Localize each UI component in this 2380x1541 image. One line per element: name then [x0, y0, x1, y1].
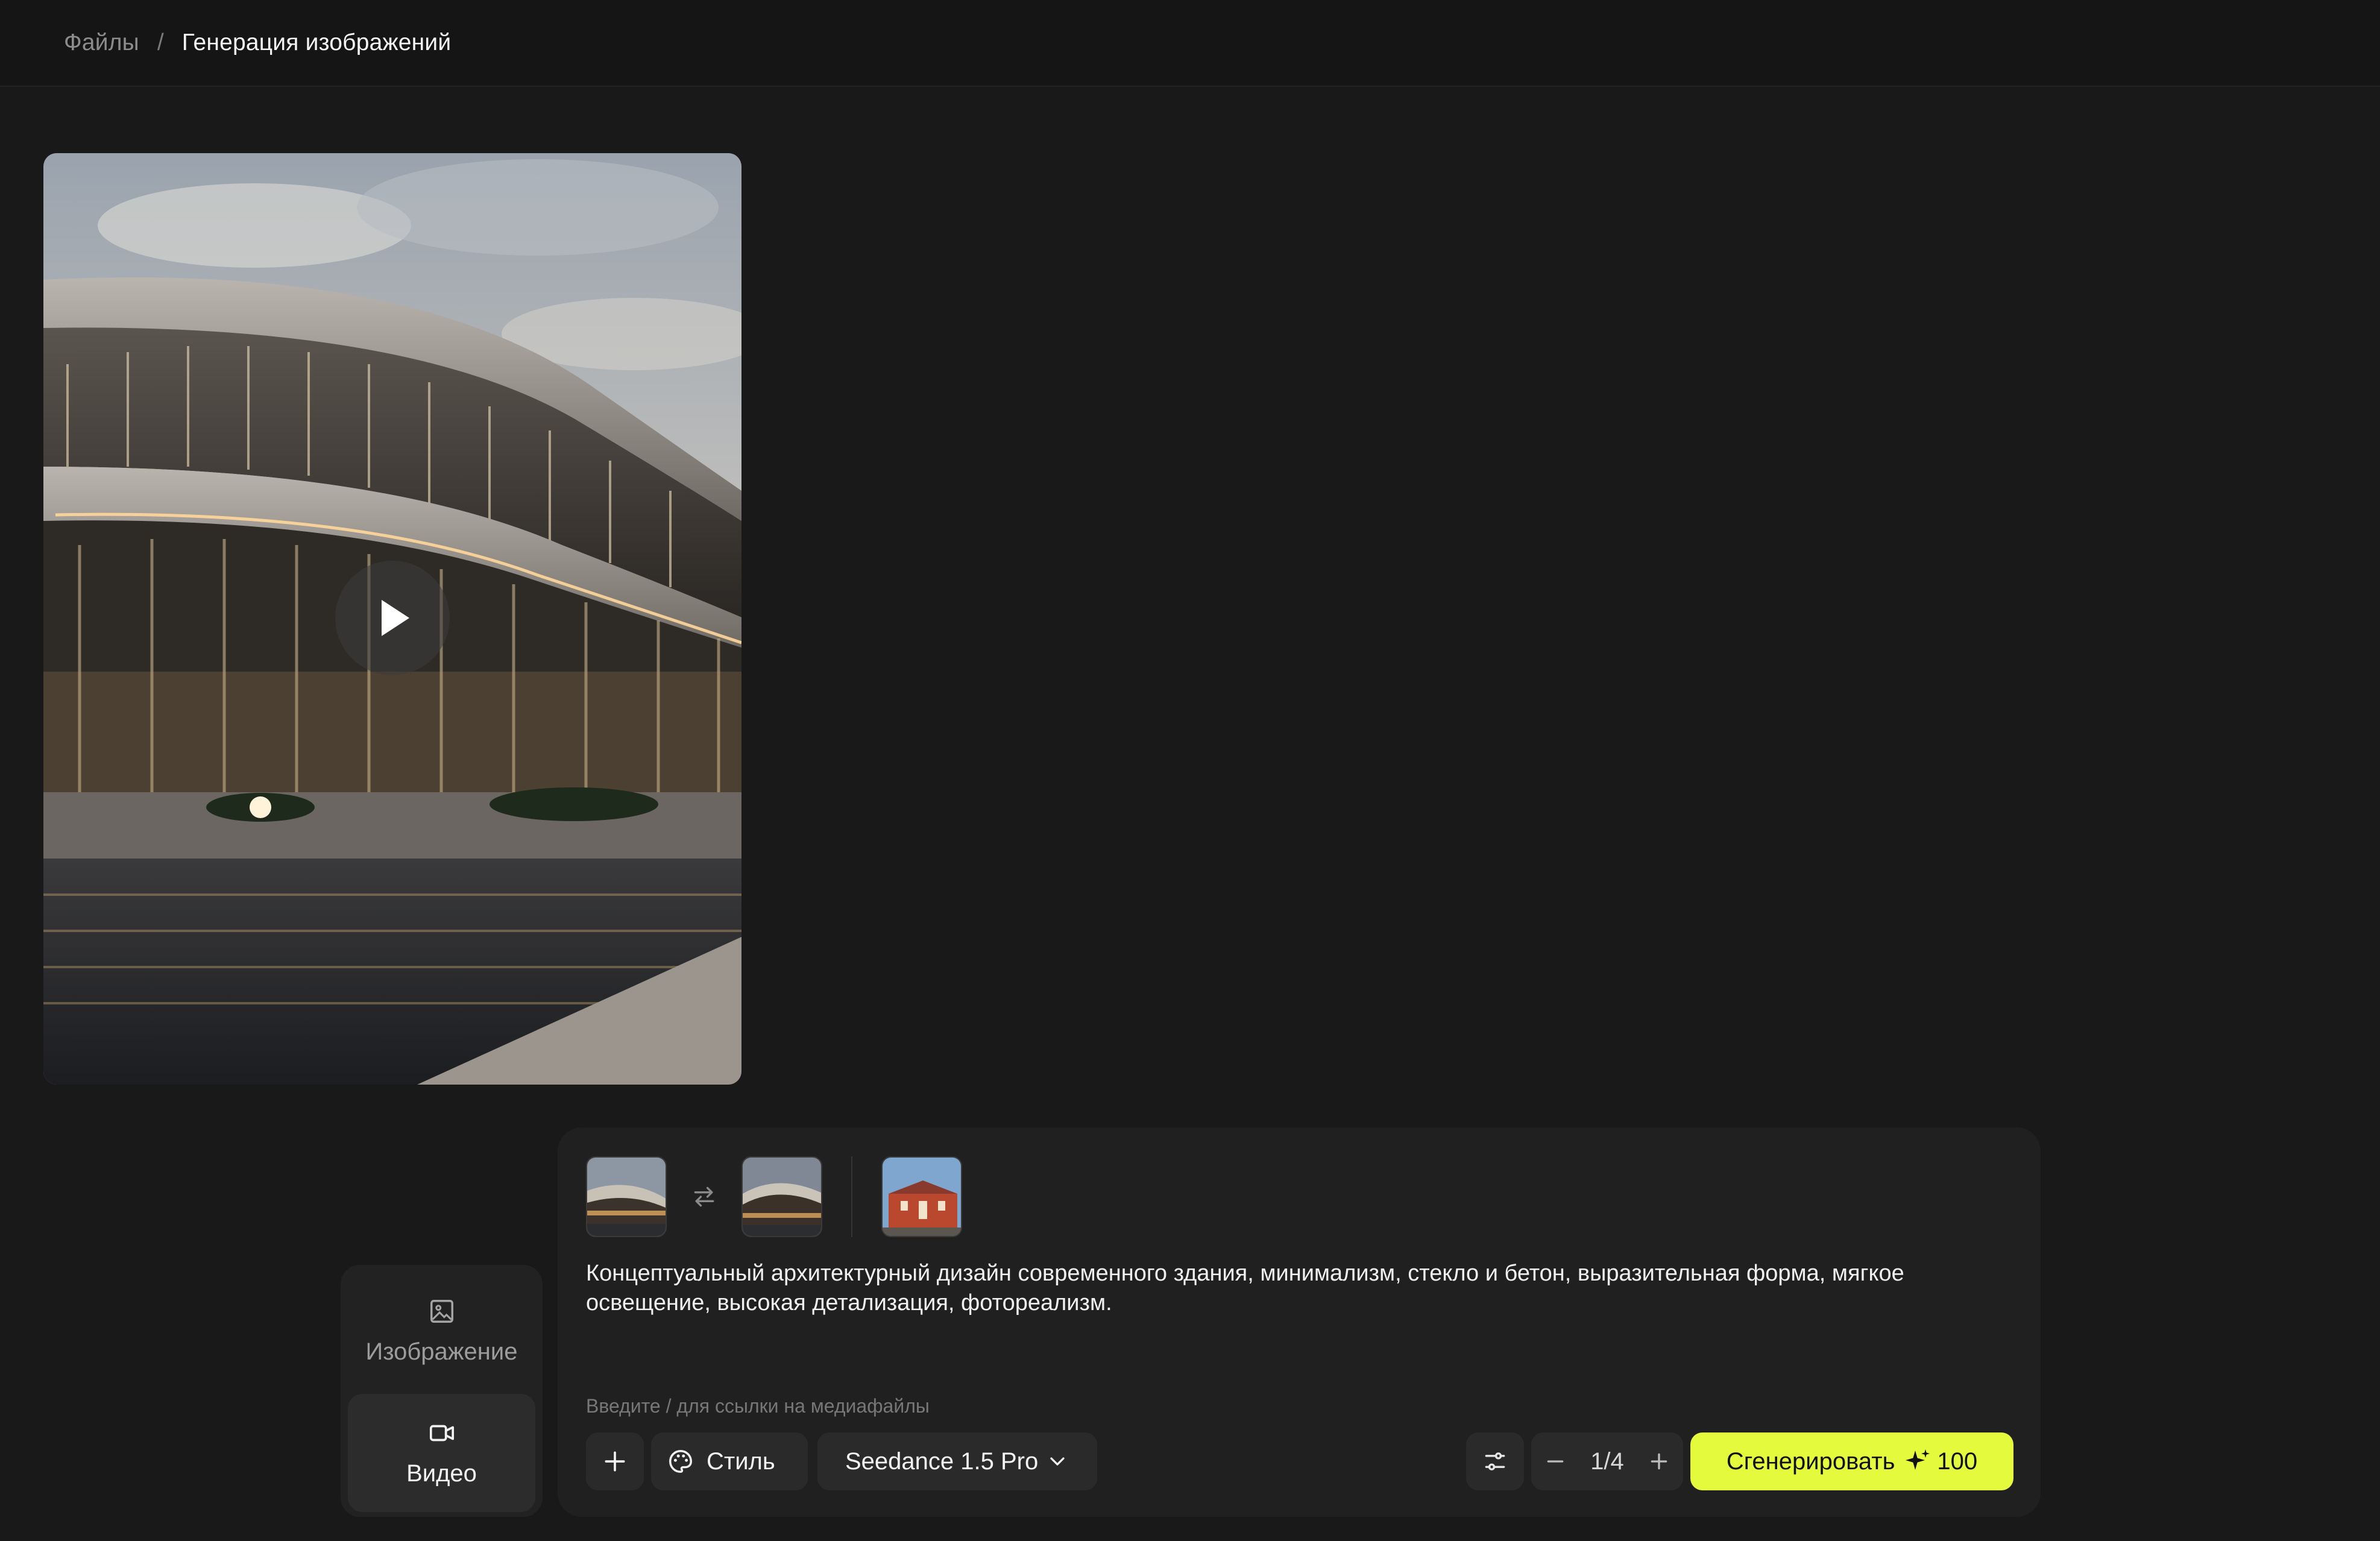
mode-video-label: Видео	[406, 1460, 477, 1487]
prompt-composer: Концептуальный архитектурный дизайн совр…	[558, 1127, 2041, 1517]
minus-icon[interactable]	[1543, 1449, 1567, 1473]
model-select[interactable]: Seedance 1.5 Pro	[817, 1432, 1097, 1490]
reference-thumbnail-start[interactable]	[586, 1156, 667, 1237]
composer-toolbar: Стиль Seedance 1.5 Pro 1/4 Сгенерировать…	[586, 1432, 2013, 1490]
video-camera-icon	[429, 1425, 454, 1441]
mode-image-label: Изображение	[365, 1338, 518, 1365]
reference-thumbnail-end[interactable]	[741, 1156, 822, 1237]
app-window: Файлы / Генерация изображений Изображени…	[0, 0, 2380, 1541]
sparkle-icon	[1906, 1449, 1930, 1470]
reference-thumbnail-style[interactable]	[881, 1156, 962, 1237]
image-icon	[430, 1299, 453, 1323]
mode-image-button[interactable]: Изображение	[348, 1272, 535, 1390]
breadcrumb-files-link[interactable]: Файлы	[64, 30, 139, 56]
generate-cost: 100	[1937, 1448, 1978, 1475]
breadcrumb-separator: /	[157, 30, 164, 55]
reference-image-building-2	[743, 1158, 821, 1236]
add-media-button[interactable]	[586, 1432, 644, 1490]
generate-button[interactable]: Сгенерировать 100	[1690, 1432, 2013, 1490]
count-stepper: 1/4	[1531, 1432, 1683, 1490]
chevron-down-icon	[1050, 1457, 1065, 1466]
swap-icon[interactable]	[686, 1156, 722, 1237]
reference-media-row	[586, 1156, 962, 1237]
plus-icon	[605, 1451, 625, 1472]
mode-switcher: Изображение Видео	[341, 1265, 543, 1517]
breadcrumb-current: Генерация изображений	[181, 30, 452, 55]
settings-button[interactable]	[1466, 1432, 1524, 1490]
palette-icon	[669, 1450, 692, 1473]
generated-video-preview[interactable]	[43, 153, 741, 1085]
style-button[interactable]: Стиль	[651, 1432, 808, 1490]
play-button[interactable]	[335, 561, 450, 675]
sliders-icon	[1485, 1452, 1505, 1470]
count-value: 1/4	[1590, 1448, 1624, 1475]
play-icon	[382, 600, 409, 636]
reference-image-red-building	[883, 1158, 961, 1236]
style-label: Стиль	[707, 1448, 775, 1475]
model-label: Seedance 1.5 Pro	[845, 1448, 1039, 1475]
top-bar: Файлы / Генерация изображений	[0, 0, 2380, 87]
plus-icon[interactable]	[1647, 1449, 1671, 1473]
reference-image-building	[587, 1158, 666, 1236]
thumbnail-divider	[851, 1156, 852, 1237]
prompt-input[interactable]: Концептуальный архитектурный дизайн совр…	[586, 1259, 1972, 1318]
prompt-hint: Введите / для ссылки на медиафайлы	[586, 1395, 930, 1417]
breadcrumb: Файлы / Генерация изображений	[64, 30, 451, 56]
mode-video-button[interactable]: Видео	[348, 1394, 535, 1512]
generate-label: Сгенерировать	[1726, 1448, 1895, 1475]
